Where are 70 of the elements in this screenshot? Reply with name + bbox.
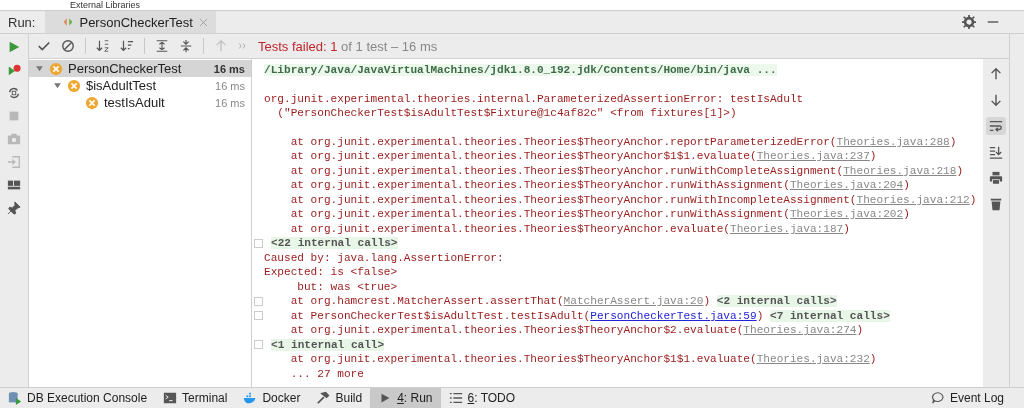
console-line: ... 27 more	[289, 367, 364, 380]
run-label: Run:	[7, 14, 37, 30]
run-tab[interactable]: PersonCheckerTest	[45, 11, 216, 33]
fold-marker[interactable]	[253, 340, 263, 350]
settings-icon[interactable]	[962, 15, 976, 29]
down-arrow-icon	[989, 93, 1003, 107]
test-duration: 16 ms	[215, 96, 245, 109]
tree-row[interactable]: PersonCheckerTest 16 ms	[29, 60, 251, 77]
test-status: Tests failed: 1 of 1 test – 16 ms	[258, 38, 438, 54]
console-line: at org.junit.experimental.theories.Theories$TheoryAnchor.reportParameterizedError(Theories.java:288)	[289, 135, 957, 148]
console-line: but: was <true>	[296, 280, 398, 293]
tree-item-label[interactable]: External Libraries	[70, 0, 141, 10]
tool-window-button[interactable]: DB Execution Console	[0, 388, 156, 408]
collapse-all-icon[interactable]	[179, 39, 193, 53]
scroll-to-end-icon	[989, 145, 1003, 159]
source-link[interactable]: PersonCheckerTest.java:59	[590, 309, 757, 322]
console-line: Caused by: java.lang.AssertionError:	[264, 251, 504, 264]
run-icon[interactable]	[7, 40, 21, 54]
sort-alphabetically-icon[interactable]	[96, 39, 110, 53]
test-name: $isAdultTest	[86, 78, 158, 93]
toggle-auto-test-icon[interactable]	[7, 86, 21, 100]
console-line: at org.hamcrest.MatcherAssert.assertThat(MatcherAssert.java:20) <2 internal calls>	[289, 295, 837, 308]
pin-icon[interactable]	[7, 201, 21, 215]
tool-window-button[interactable]: Build	[308, 388, 371, 408]
console-line: at org.junit.experimental.theories.Theories$TheoryAnchor.evaluate(Theories.java:187)	[289, 222, 850, 235]
database-run-icon	[8, 391, 22, 405]
console-line: ("PersonCheckerTest$isAdultTest$Fixture@1c4af82c" <from fixtures[1]>)	[276, 107, 737, 120]
console-line: at org.junit.experimental.theories.Theories$TheoryAnchor.runWithIncompleteAssignment(Theories.java:212)	[289, 193, 977, 206]
layout-icon[interactable]	[7, 178, 21, 192]
tool-window-button[interactable]: Terminal	[155, 388, 236, 408]
console-line: org.junit.experimental.theories.internal.ParameterizedAssertionError: testIsAdult	[264, 92, 804, 105]
console-line: at org.junit.experimental.theories.Theories$TheoryAnchor$2.evaluate(Theories.java:274)	[289, 324, 864, 337]
event-log-button[interactable]: Event Log	[922, 388, 1012, 408]
fold-marker[interactable]	[253, 296, 263, 306]
console-line: at org.junit.experimental.theories.Theories$TheoryAnchor.runWithCompleteAssignment(Theories.java:218)	[289, 164, 964, 177]
console-line: at org.junit.experimental.theories.Theories$TheoryAnchor$1$1.evaluate(Theories.java:237)	[289, 150, 877, 163]
list-icon	[448, 391, 463, 405]
test-duration: 16 ms	[215, 79, 245, 92]
console-line: at org.junit.experimental.theories.Theories$TheoryAnchor.runWithAssignment(Theories.java:204)	[289, 179, 910, 192]
check-icon[interactable]	[37, 39, 51, 53]
expand-all-icon[interactable]	[155, 39, 169, 53]
tree-row[interactable]: testIsAdult 16 ms	[29, 94, 251, 111]
test-duration: 16 ms	[213, 62, 245, 75]
rerun-failed-icon[interactable]	[7, 63, 21, 77]
tool-window-button[interactable]: 4: Run	[370, 388, 441, 408]
test-name: PersonCheckerTest	[68, 61, 183, 76]
trash-icon	[989, 197, 1003, 211]
sort-by-duration-icon[interactable]	[120, 39, 134, 53]
ignore-icon[interactable]	[61, 39, 75, 53]
speech-bubble-icon	[930, 391, 945, 405]
print-icon	[989, 171, 1003, 185]
hammer-icon	[316, 391, 331, 405]
fold-marker[interactable]	[253, 238, 263, 248]
test-name: testIsAdult	[104, 95, 166, 110]
console-line: Expected: is <false>	[264, 266, 398, 279]
test-class-icon	[63, 16, 74, 28]
soft-wrap-icon	[989, 119, 1003, 133]
tool-window-button[interactable]: Docker	[235, 388, 309, 408]
console-tool-button[interactable]	[986, 117, 1006, 135]
console-line: at org.junit.experimental.theories.Theories$TheoryAnchor.runWithAssignment(Theories.java:202)	[289, 208, 910, 221]
close-icon	[198, 17, 208, 27]
console-line: at PersonCheckerTest$isAdultTest.testIsAdult(PersonCheckerTest.java:59) <7 internal calls>	[289, 309, 890, 322]
tree-row[interactable]: $isAdultTest 16 ms	[29, 77, 251, 94]
up-arrow-icon	[989, 67, 1003, 81]
terminal-icon	[163, 391, 178, 405]
console-line: at org.junit.experimental.theories.Theories$TheoryAnchor$1$1.evaluate(Theories.java:232)	[289, 353, 877, 366]
whale-icon	[243, 391, 258, 405]
tool-window-button[interactable]: 6: TODO	[440, 388, 524, 408]
fold-marker[interactable]	[253, 311, 263, 321]
chevron-icon	[238, 41, 248, 51]
